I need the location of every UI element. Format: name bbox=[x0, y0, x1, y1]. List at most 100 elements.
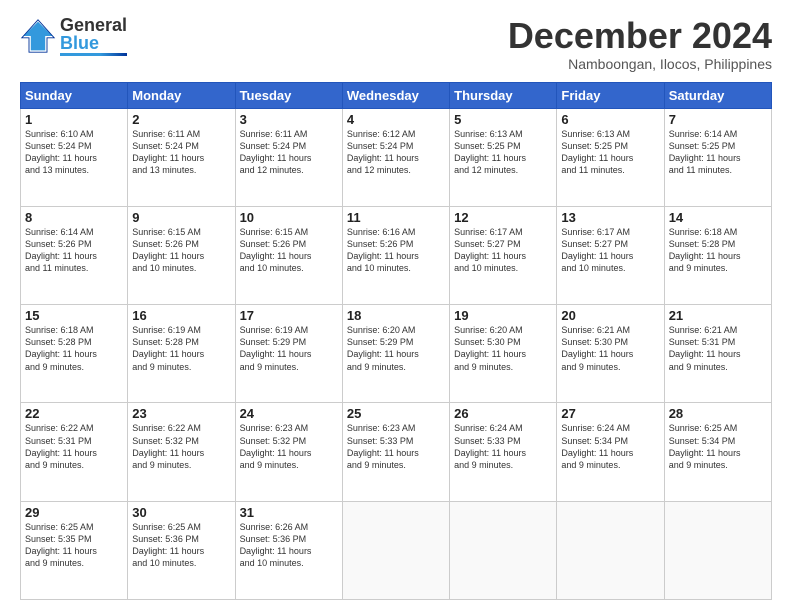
table-row: 7Sunrise: 6:14 AM Sunset: 5:25 PM Daylig… bbox=[664, 108, 771, 206]
day-number: 24 bbox=[240, 406, 338, 421]
table-row: 18Sunrise: 6:20 AM Sunset: 5:29 PM Dayli… bbox=[342, 305, 449, 403]
logo-underline bbox=[60, 53, 127, 56]
day-number: 20 bbox=[561, 308, 659, 323]
table-row: 2Sunrise: 6:11 AM Sunset: 5:24 PM Daylig… bbox=[128, 108, 235, 206]
table-row: 26Sunrise: 6:24 AM Sunset: 5:33 PM Dayli… bbox=[450, 403, 557, 501]
day-info: Sunrise: 6:11 AM Sunset: 5:24 PM Dayligh… bbox=[132, 128, 230, 177]
day-info: Sunrise: 6:26 AM Sunset: 5:36 PM Dayligh… bbox=[240, 521, 338, 570]
table-row: 4Sunrise: 6:12 AM Sunset: 5:24 PM Daylig… bbox=[342, 108, 449, 206]
table-row bbox=[664, 501, 771, 599]
day-number: 23 bbox=[132, 406, 230, 421]
day-number: 29 bbox=[25, 505, 123, 520]
col-wednesday: Wednesday bbox=[342, 82, 449, 108]
day-number: 28 bbox=[669, 406, 767, 421]
calendar-table: Sunday Monday Tuesday Wednesday Thursday… bbox=[20, 82, 772, 600]
col-sunday: Sunday bbox=[21, 82, 128, 108]
day-number: 19 bbox=[454, 308, 552, 323]
day-info: Sunrise: 6:20 AM Sunset: 5:30 PM Dayligh… bbox=[454, 324, 552, 373]
day-info: Sunrise: 6:20 AM Sunset: 5:29 PM Dayligh… bbox=[347, 324, 445, 373]
table-row: 1Sunrise: 6:10 AM Sunset: 5:24 PM Daylig… bbox=[21, 108, 128, 206]
table-row: 3Sunrise: 6:11 AM Sunset: 5:24 PM Daylig… bbox=[235, 108, 342, 206]
table-row bbox=[557, 501, 664, 599]
day-number: 16 bbox=[132, 308, 230, 323]
table-row: 12Sunrise: 6:17 AM Sunset: 5:27 PM Dayli… bbox=[450, 206, 557, 304]
day-info: Sunrise: 6:22 AM Sunset: 5:32 PM Dayligh… bbox=[132, 422, 230, 471]
day-number: 7 bbox=[669, 112, 767, 127]
day-info: Sunrise: 6:14 AM Sunset: 5:26 PM Dayligh… bbox=[25, 226, 123, 275]
day-info: Sunrise: 6:10 AM Sunset: 5:24 PM Dayligh… bbox=[25, 128, 123, 177]
month-title: December 2024 bbox=[508, 16, 772, 56]
table-row: 30Sunrise: 6:25 AM Sunset: 5:36 PM Dayli… bbox=[128, 501, 235, 599]
table-row: 29Sunrise: 6:25 AM Sunset: 5:35 PM Dayli… bbox=[21, 501, 128, 599]
day-number: 21 bbox=[669, 308, 767, 323]
logo-icon bbox=[20, 18, 56, 54]
table-row: 19Sunrise: 6:20 AM Sunset: 5:30 PM Dayli… bbox=[450, 305, 557, 403]
day-info: Sunrise: 6:13 AM Sunset: 5:25 PM Dayligh… bbox=[454, 128, 552, 177]
day-number: 15 bbox=[25, 308, 123, 323]
page: General Blue December 2024 Namboongan, I… bbox=[0, 0, 792, 612]
day-number: 31 bbox=[240, 505, 338, 520]
day-number: 5 bbox=[454, 112, 552, 127]
day-info: Sunrise: 6:21 AM Sunset: 5:30 PM Dayligh… bbox=[561, 324, 659, 373]
table-row: 10Sunrise: 6:15 AM Sunset: 5:26 PM Dayli… bbox=[235, 206, 342, 304]
table-row bbox=[342, 501, 449, 599]
day-info: Sunrise: 6:25 AM Sunset: 5:36 PM Dayligh… bbox=[132, 521, 230, 570]
table-row: 5Sunrise: 6:13 AM Sunset: 5:25 PM Daylig… bbox=[450, 108, 557, 206]
table-row: 9Sunrise: 6:15 AM Sunset: 5:26 PM Daylig… bbox=[128, 206, 235, 304]
table-row: 25Sunrise: 6:23 AM Sunset: 5:33 PM Dayli… bbox=[342, 403, 449, 501]
day-number: 11 bbox=[347, 210, 445, 225]
table-row: 14Sunrise: 6:18 AM Sunset: 5:28 PM Dayli… bbox=[664, 206, 771, 304]
day-info: Sunrise: 6:19 AM Sunset: 5:29 PM Dayligh… bbox=[240, 324, 338, 373]
day-info: Sunrise: 6:25 AM Sunset: 5:34 PM Dayligh… bbox=[669, 422, 767, 471]
table-row: 21Sunrise: 6:21 AM Sunset: 5:31 PM Dayli… bbox=[664, 305, 771, 403]
calendar-header-row: Sunday Monday Tuesday Wednesday Thursday… bbox=[21, 82, 772, 108]
day-info: Sunrise: 6:17 AM Sunset: 5:27 PM Dayligh… bbox=[454, 226, 552, 275]
table-row: 13Sunrise: 6:17 AM Sunset: 5:27 PM Dayli… bbox=[557, 206, 664, 304]
day-info: Sunrise: 6:19 AM Sunset: 5:28 PM Dayligh… bbox=[132, 324, 230, 373]
col-friday: Friday bbox=[557, 82, 664, 108]
day-info: Sunrise: 6:15 AM Sunset: 5:26 PM Dayligh… bbox=[240, 226, 338, 275]
day-number: 14 bbox=[669, 210, 767, 225]
table-row: 17Sunrise: 6:19 AM Sunset: 5:29 PM Dayli… bbox=[235, 305, 342, 403]
logo-general-text: General bbox=[60, 16, 127, 34]
day-info: Sunrise: 6:18 AM Sunset: 5:28 PM Dayligh… bbox=[25, 324, 123, 373]
table-row: 11Sunrise: 6:16 AM Sunset: 5:26 PM Dayli… bbox=[342, 206, 449, 304]
day-info: Sunrise: 6:14 AM Sunset: 5:25 PM Dayligh… bbox=[669, 128, 767, 177]
table-row: 23Sunrise: 6:22 AM Sunset: 5:32 PM Dayli… bbox=[128, 403, 235, 501]
table-row: 6Sunrise: 6:13 AM Sunset: 5:25 PM Daylig… bbox=[557, 108, 664, 206]
day-number: 25 bbox=[347, 406, 445, 421]
day-info: Sunrise: 6:16 AM Sunset: 5:26 PM Dayligh… bbox=[347, 226, 445, 275]
table-row: 28Sunrise: 6:25 AM Sunset: 5:34 PM Dayli… bbox=[664, 403, 771, 501]
location: Namboongan, Ilocos, Philippines bbox=[508, 56, 772, 72]
day-info: Sunrise: 6:12 AM Sunset: 5:24 PM Dayligh… bbox=[347, 128, 445, 177]
day-number: 4 bbox=[347, 112, 445, 127]
day-info: Sunrise: 6:25 AM Sunset: 5:35 PM Dayligh… bbox=[25, 521, 123, 570]
day-info: Sunrise: 6:24 AM Sunset: 5:34 PM Dayligh… bbox=[561, 422, 659, 471]
col-saturday: Saturday bbox=[664, 82, 771, 108]
day-number: 26 bbox=[454, 406, 552, 421]
day-number: 30 bbox=[132, 505, 230, 520]
table-row: 22Sunrise: 6:22 AM Sunset: 5:31 PM Dayli… bbox=[21, 403, 128, 501]
table-row: 20Sunrise: 6:21 AM Sunset: 5:30 PM Dayli… bbox=[557, 305, 664, 403]
day-number: 8 bbox=[25, 210, 123, 225]
table-row: 31Sunrise: 6:26 AM Sunset: 5:36 PM Dayli… bbox=[235, 501, 342, 599]
col-monday: Monday bbox=[128, 82, 235, 108]
day-info: Sunrise: 6:17 AM Sunset: 5:27 PM Dayligh… bbox=[561, 226, 659, 275]
title-block: December 2024 Namboongan, Ilocos, Philip… bbox=[508, 16, 772, 72]
day-number: 18 bbox=[347, 308, 445, 323]
calendar-week-row: 22Sunrise: 6:22 AM Sunset: 5:31 PM Dayli… bbox=[21, 403, 772, 501]
table-row: 27Sunrise: 6:24 AM Sunset: 5:34 PM Dayli… bbox=[557, 403, 664, 501]
day-info: Sunrise: 6:18 AM Sunset: 5:28 PM Dayligh… bbox=[669, 226, 767, 275]
day-info: Sunrise: 6:13 AM Sunset: 5:25 PM Dayligh… bbox=[561, 128, 659, 177]
day-number: 2 bbox=[132, 112, 230, 127]
table-row: 24Sunrise: 6:23 AM Sunset: 5:32 PM Dayli… bbox=[235, 403, 342, 501]
day-number: 12 bbox=[454, 210, 552, 225]
col-tuesday: Tuesday bbox=[235, 82, 342, 108]
day-number: 27 bbox=[561, 406, 659, 421]
calendar-week-row: 1Sunrise: 6:10 AM Sunset: 5:24 PM Daylig… bbox=[21, 108, 772, 206]
table-row: 15Sunrise: 6:18 AM Sunset: 5:28 PM Dayli… bbox=[21, 305, 128, 403]
table-row bbox=[450, 501, 557, 599]
day-info: Sunrise: 6:23 AM Sunset: 5:32 PM Dayligh… bbox=[240, 422, 338, 471]
col-thursday: Thursday bbox=[450, 82, 557, 108]
day-number: 13 bbox=[561, 210, 659, 225]
